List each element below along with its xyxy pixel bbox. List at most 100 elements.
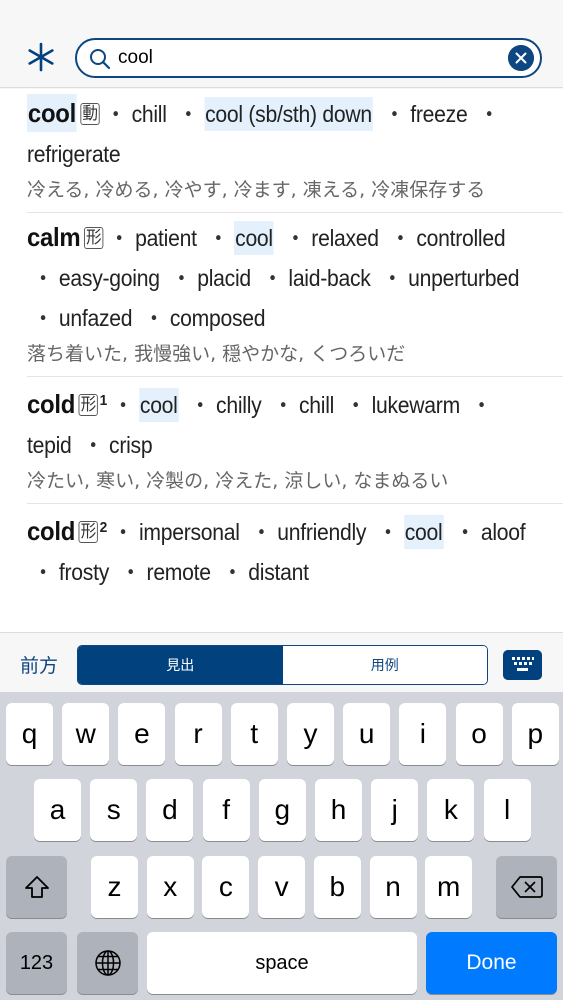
segment-examples[interactable]: 用例 <box>282 646 487 684</box>
synonym-word[interactable]: patient <box>135 225 197 251</box>
part-of-speech-badge: 動 <box>80 103 100 125</box>
separator-dot: ・ <box>108 225 130 251</box>
shift-key[interactable] <box>6 856 67 918</box>
key-j[interactable]: j <box>371 779 419 841</box>
done-key[interactable]: Done <box>426 932 557 994</box>
headword[interactable]: calm <box>27 222 81 252</box>
key-c[interactable]: c <box>202 856 250 918</box>
synonym-word[interactable]: lukewarm <box>372 392 461 418</box>
separator-dot: ・ <box>112 519 134 545</box>
shift-icon <box>24 876 49 898</box>
synonym-word[interactable]: relaxed <box>311 225 379 251</box>
separator-dot: ・ <box>284 225 306 251</box>
result-entry[interactable]: cold 形 2 ・ impersonal ・ unfriendly ・ cool ・ alo… <box>27 504 563 598</box>
synonym-word[interactable]: chill <box>132 101 167 127</box>
synonym-word[interactable]: controlled <box>416 225 505 251</box>
backspace-key[interactable] <box>496 856 557 918</box>
key-z[interactable]: z <box>91 856 138 918</box>
synonym-word[interactable]: aloof <box>481 519 526 545</box>
key-v[interactable]: v <box>258 856 306 918</box>
separator-dot: ・ <box>454 519 476 545</box>
synonym-word[interactable]: unperturbed <box>408 265 519 291</box>
synonym-word[interactable]: distant <box>248 559 309 585</box>
key-l[interactable]: l <box>483 779 531 841</box>
mode-bar: 前方 見出 用例 <box>0 632 563 692</box>
key-s[interactable]: s <box>90 779 138 841</box>
search-input[interactable]: cool <box>118 46 153 70</box>
result-entry[interactable]: cool 動・ chill ・ cool (sb/sth) down ・ freeze … <box>27 89 563 213</box>
key-t[interactable]: t <box>230 703 278 765</box>
results-list[interactable]: cool 動・ chill ・ cool (sb/sth) down ・ freeze … <box>0 89 563 632</box>
separator-dot: ・ <box>272 392 294 418</box>
synonym-word[interactable]: refrigerate <box>27 141 121 167</box>
key-r[interactable]: r <box>174 703 222 765</box>
clear-icon[interactable] <box>508 45 534 71</box>
synonym-word[interactable]: cool (sb/sth) down <box>204 97 373 131</box>
synonym-word[interactable]: cool <box>138 388 179 422</box>
key-f[interactable]: f <box>202 779 250 841</box>
key-m[interactable]: m <box>425 856 473 918</box>
separator-dot: ・ <box>345 392 367 418</box>
key-k[interactable]: k <box>427 779 475 841</box>
synonym-word[interactable]: laid-back <box>288 265 370 291</box>
synonym-word[interactable]: cool <box>234 221 274 255</box>
synonym-word[interactable]: composed <box>170 305 266 331</box>
key-o[interactable]: o <box>455 703 503 765</box>
synonym-word[interactable]: impersonal <box>139 519 240 545</box>
key-x[interactable]: x <box>146 856 194 918</box>
backspace-icon <box>510 876 543 898</box>
separator-dot: ・ <box>170 265 192 291</box>
synonym-word[interactable]: chill <box>299 392 334 418</box>
key-i[interactable]: i <box>399 703 447 765</box>
separator-dot: ・ <box>377 519 399 545</box>
key-p[interactable]: p <box>511 703 559 765</box>
separator-dot: ・ <box>32 559 54 585</box>
synonym-word[interactable]: freeze <box>410 101 467 127</box>
key-u[interactable]: u <box>343 703 391 765</box>
key-e[interactable]: e <box>118 703 166 765</box>
mode-segmented-control[interactable]: 見出 用例 <box>77 645 488 685</box>
globe-key[interactable] <box>77 932 138 994</box>
synonym-word[interactable]: crisp <box>109 432 153 458</box>
key-h[interactable]: h <box>315 779 362 841</box>
key-a[interactable]: a <box>34 779 81 841</box>
key-q[interactable]: q <box>6 703 53 765</box>
keyboard: q w e r t y u i o p a s d f g h j k l z x c v b n m 123 space Done <box>0 692 563 1000</box>
separator-dot: ・ <box>32 305 54 331</box>
synonym-word[interactable]: chilly <box>216 392 262 418</box>
result-entry[interactable]: calm 形・ patient ・ cool ・ relaxed ・ controlled… <box>27 213 563 377</box>
key-g[interactable]: g <box>258 779 306 841</box>
headword[interactable]: cool <box>27 94 77 132</box>
sense-number: 2 <box>99 519 108 536</box>
search-field[interactable]: cool <box>75 38 542 78</box>
separator-dot: ・ <box>381 265 403 291</box>
key-y[interactable]: y <box>287 703 334 765</box>
headword[interactable]: cold <box>27 389 75 419</box>
keyboard-icon[interactable] <box>503 650 542 680</box>
result-entry[interactable]: cold 形 1 ・ cool ・ chilly ・ chill ・ lukewarm ・te… <box>27 377 563 504</box>
synonym-word[interactable]: cool <box>403 515 444 549</box>
synonym-word[interactable]: frosty <box>59 559 109 585</box>
separator-dot: ・ <box>32 265 54 291</box>
asterisk-icon[interactable] <box>24 40 58 74</box>
key-w[interactable]: w <box>62 703 110 765</box>
synonym-word[interactable]: unfriendly <box>277 519 366 545</box>
separator-dot: ・ <box>177 101 199 127</box>
synonym-word[interactable]: unfazed <box>59 305 133 331</box>
numbers-key[interactable]: 123 <box>6 932 67 994</box>
segment-headword[interactable]: 見出 <box>78 646 283 684</box>
synonym-word[interactable]: remote <box>147 559 211 585</box>
separator-dot: ・ <box>120 559 142 585</box>
key-d[interactable]: d <box>146 779 194 841</box>
synonym-line: calm 形・ patient ・ cool ・ relaxed ・ controlled… <box>27 217 561 338</box>
space-key[interactable]: space <box>147 932 417 994</box>
globe-icon <box>94 950 121 976</box>
synonym-word[interactable]: placid <box>197 265 251 291</box>
separator-dot: ・ <box>207 225 229 251</box>
key-b[interactable]: b <box>313 856 361 918</box>
synonym-word[interactable]: easy-going <box>59 265 160 291</box>
headword[interactable]: cold <box>27 516 75 546</box>
prefix-search-label[interactable]: 前方 <box>20 651 58 678</box>
synonym-word[interactable]: tepid <box>27 432 72 458</box>
key-n[interactable]: n <box>369 856 417 918</box>
